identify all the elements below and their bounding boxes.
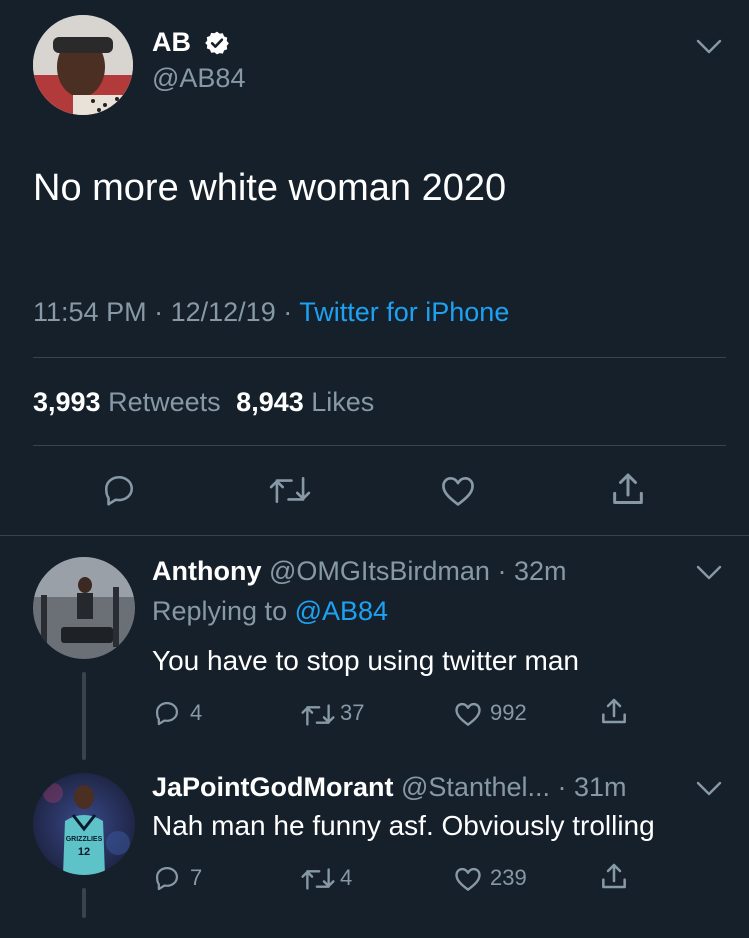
- share-icon[interactable]: [598, 861, 630, 893]
- reply-text: Nah man he funny asf. Obviously trolling: [152, 810, 655, 841]
- reply-header: Anthony @OMGItsBirdman · 32m: [152, 554, 567, 588]
- retweet-count: 37: [340, 700, 365, 725]
- reply-handle[interactable]: @Stanthel...: [401, 772, 550, 802]
- reply-header: JaPointGodMorant @Stanthel... · 31m: [152, 770, 627, 804]
- chevron-down-icon[interactable]: [696, 38, 722, 56]
- avatar-ab[interactable]: [33, 15, 133, 115]
- retweets-stat[interactable]: 3,993 Retweets: [33, 387, 228, 417]
- meta-separator: ·: [283, 297, 293, 327]
- like-icon[interactable]: [452, 699, 484, 729]
- reply-icon[interactable]: [152, 699, 182, 727]
- reply-icon[interactable]: [152, 864, 182, 892]
- reply-handle[interactable]: @OMGItsBirdman: [269, 556, 490, 586]
- tweet-source-link[interactable]: Twitter for iPhone: [299, 297, 509, 327]
- like-icon[interactable]: [452, 864, 484, 894]
- chevron-down-icon[interactable]: [696, 780, 722, 798]
- share-icon[interactable]: [598, 696, 630, 728]
- like-icon[interactable]: [438, 472, 478, 510]
- meta-separator: ·: [154, 297, 164, 327]
- tweet-date: 12/12/19: [170, 297, 276, 327]
- divider: [0, 535, 749, 536]
- tweet-text: No more white woman 2020: [33, 167, 507, 209]
- display-name[interactable]: AB: [152, 26, 191, 58]
- divider: [33, 357, 726, 358]
- handle[interactable]: @AB84: [152, 62, 245, 94]
- reply-time: · 32m: [497, 556, 567, 586]
- likes-stat[interactable]: 8,943 Likes: [236, 387, 374, 417]
- retweet-count: 4: [340, 865, 353, 890]
- reply-display-name[interactable]: JaPointGodMorant: [152, 772, 394, 802]
- reply-text: You have to stop using twitter man: [152, 645, 579, 676]
- like-count: 239: [490, 865, 527, 890]
- retweet-icon[interactable]: [300, 702, 336, 728]
- retweets-count: 3,993: [33, 387, 101, 417]
- reply-count: 7: [190, 865, 203, 890]
- verified-badge-icon: [204, 30, 230, 56]
- like-count: 992: [490, 700, 527, 725]
- thread-line: [82, 888, 86, 918]
- tweet-meta: 11:54 PM · 12/12/19 · Twitter for iPhone: [33, 295, 509, 329]
- reply-display-name[interactable]: Anthony: [152, 556, 261, 586]
- replying-to: Replying to @AB84: [152, 594, 388, 628]
- jersey-text: GRIZZLIES: [66, 836, 103, 843]
- engagement-stats: 3,993 Retweets 8,943 Likes: [33, 385, 374, 419]
- replying-to-label: Replying to: [152, 596, 288, 626]
- divider: [33, 445, 726, 446]
- tweet-time: 11:54 PM: [33, 297, 147, 327]
- jersey-number: 12: [78, 846, 90, 858]
- reply-count: 4: [190, 700, 203, 725]
- retweets-label: Retweets: [108, 387, 221, 417]
- retweet-icon[interactable]: [268, 474, 312, 506]
- retweet-icon[interactable]: [300, 866, 336, 892]
- replying-to-handle[interactable]: @AB84: [295, 596, 388, 626]
- likes-label: Likes: [311, 387, 375, 417]
- avatar-japointgodmorant[interactable]: GRIZZLIES 12: [33, 773, 135, 875]
- thread-line: [82, 672, 86, 760]
- avatar-anthony[interactable]: [33, 557, 135, 659]
- likes-count: 8,943: [236, 387, 304, 417]
- share-icon[interactable]: [608, 470, 648, 510]
- reply-icon[interactable]: [100, 472, 138, 508]
- chevron-down-icon[interactable]: [696, 564, 722, 582]
- reply-time: · 31m: [557, 772, 627, 802]
